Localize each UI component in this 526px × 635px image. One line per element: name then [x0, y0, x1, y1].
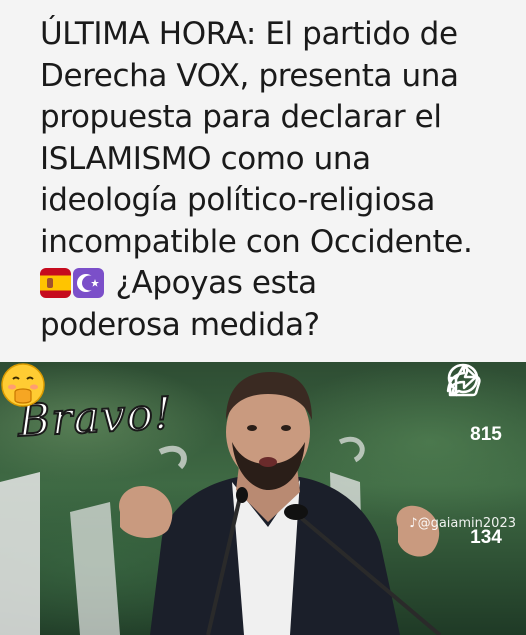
question-line-2: poderosa medida? — [40, 306, 320, 343]
spain-flag-icon — [40, 268, 71, 298]
tiktok-watermark: ♪@gaiamin2023 — [409, 516, 516, 531]
video-frame[interactable]: Bravo! 815 134 ♪@gaiamin2023 — [0, 362, 526, 635]
like-count: 815 — [470, 424, 502, 445]
hand-over-mouth-face-icon — [1, 363, 45, 407]
post-headline: ÚLTIMA HORA: El partido de Derecha VOX, … — [40, 14, 506, 346]
post-text-card: ÚLTIMA HORA: El partido de Derecha VOX, … — [0, 0, 526, 362]
headline-line-6: incompatible con Occidente. — [40, 223, 473, 260]
question-line-1: ¿Apoyas esta — [115, 265, 317, 301]
headline-line-5: ideología político-religiosa — [40, 182, 436, 218]
headline-line-1: ÚLTIMA HORA: El partido de — [40, 16, 458, 52]
headline-line-2: Derecha VOX, presenta una — [40, 57, 459, 94]
headline-line-3: propuesta para declarar el — [40, 99, 442, 135]
action-rail: 815 134 — [446, 362, 526, 635]
headline-line-4: ISLAMISMO como una — [40, 140, 371, 177]
watermark-handle: @gaiamin2023 — [417, 516, 516, 531]
share-arrow-icon[interactable] — [446, 362, 478, 394]
star-and-crescent-icon — [73, 268, 104, 298]
tiktok-icon: ♪ — [409, 516, 418, 531]
